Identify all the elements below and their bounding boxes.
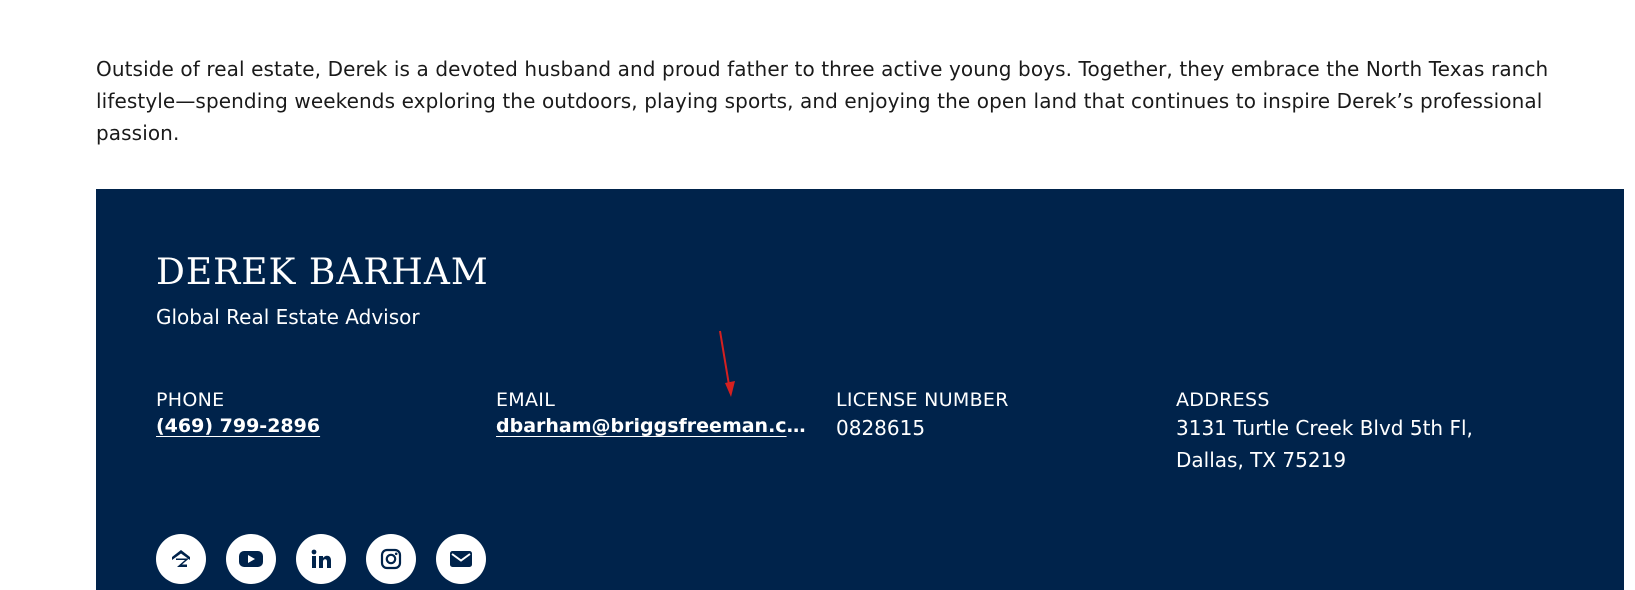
zillow-button[interactable] <box>156 534 206 584</box>
email-link[interactable]: dbarham@briggsfreeman.com <box>496 412 811 440</box>
linkedin-button[interactable] <box>296 534 346 584</box>
instagram-button[interactable] <box>366 534 416 584</box>
youtube-button[interactable] <box>226 534 276 584</box>
license-number: 0828615 <box>836 416 926 440</box>
phone-link[interactable]: (469) 799-2896 <box>156 412 320 440</box>
email-button[interactable] <box>436 534 486 584</box>
mail-icon <box>450 551 472 567</box>
linkedin-icon <box>311 549 331 568</box>
phone-section: PHONE (469) 799-2896 <box>156 388 476 440</box>
email-section: EMAIL dbarham@briggsfreeman.com <box>496 388 816 444</box>
agent-title: Global Real Estate Advisor <box>156 305 420 329</box>
zillow-icon <box>172 550 190 567</box>
agent-contact-card: DEREK BARHAM Global Real Estate Advisor … <box>96 189 1624 590</box>
agent-name: DEREK BARHAM <box>156 252 489 293</box>
address-line-1: 3131 Turtle Creek Blvd 5th Fl, <box>1176 416 1473 440</box>
address-section: ADDRESS 3131 Turtle Creek Blvd 5th Fl, D… <box>1176 388 1496 476</box>
address-line-2: Dallas, TX 75219 <box>1176 448 1347 472</box>
phone-label: PHONE <box>156 389 225 411</box>
social-links <box>156 534 486 584</box>
license-section: LICENSE NUMBER 0828615 <box>836 388 1156 444</box>
bio-paragraph: Outside of real estate, Derek is a devot… <box>96 57 1549 145</box>
license-label: LICENSE NUMBER <box>836 389 1009 411</box>
youtube-icon <box>239 551 263 567</box>
annotation-arrow-icon <box>719 330 735 397</box>
email-label: EMAIL <box>496 389 556 411</box>
instagram-icon <box>380 548 402 570</box>
address-label: ADDRESS <box>1176 389 1270 411</box>
